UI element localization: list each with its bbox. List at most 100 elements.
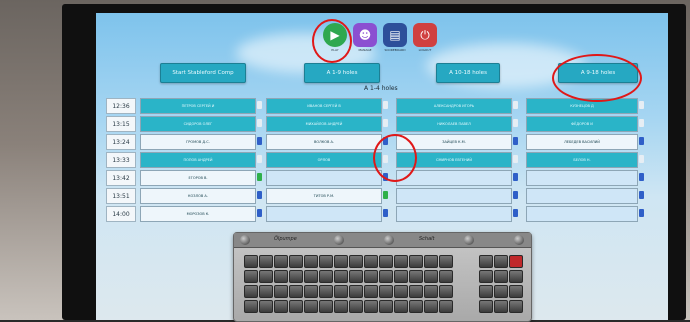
tee-header-a1-9[interactable]: A 1-9 holes bbox=[304, 63, 380, 83]
keypad-key bbox=[349, 285, 363, 298]
slot-tag[interactable] bbox=[383, 191, 388, 199]
slot-tag[interactable] bbox=[639, 173, 644, 181]
slot-tag[interactable] bbox=[257, 191, 262, 199]
keypad-key bbox=[479, 300, 493, 313]
keypad-key bbox=[394, 300, 408, 313]
keypad-key bbox=[349, 300, 363, 313]
tee-slot-cell[interactable]: ПОПОВ АНДРЕЙ bbox=[140, 152, 256, 168]
keypad-key bbox=[439, 255, 453, 268]
tee-header-a10-18[interactable]: A 10-18 holes bbox=[436, 63, 500, 83]
keypad-key bbox=[244, 270, 258, 283]
document-icon: ▤ bbox=[383, 23, 407, 47]
slot-tag[interactable] bbox=[257, 209, 262, 217]
keypad-key bbox=[244, 285, 258, 298]
slot-tag[interactable] bbox=[639, 155, 644, 163]
tee-slot-cell[interactable]: КОЗЛОВ А. bbox=[140, 188, 256, 204]
tee-slot-cell[interactable]: ИВАНОВ СЕРГЕЙ В bbox=[266, 98, 382, 114]
slot-tag[interactable] bbox=[257, 119, 262, 127]
table-row: 13:15 СИДОРОВ ОЛЕГ МИХАЙЛОВ АНДРЕЙ НИКОЛАЕВ… bbox=[106, 116, 651, 132]
keypad-key bbox=[259, 270, 273, 283]
keypad-key bbox=[304, 300, 318, 313]
logout-button[interactable]: ⏻ LOGOUT bbox=[412, 23, 438, 57]
slot-tag[interactable] bbox=[257, 137, 262, 145]
slot-tag[interactable] bbox=[383, 101, 388, 109]
tee-slot-cell[interactable]: НИКОЛАЕВ ПАВЕЛ bbox=[396, 116, 512, 132]
tee-slot-cell[interactable] bbox=[266, 206, 382, 222]
keypad-key bbox=[289, 285, 303, 298]
keypad-key bbox=[509, 270, 523, 283]
tee-slot-cell[interactable]: ПЕТРОВ СЕРГЕЙ И bbox=[140, 98, 256, 114]
slot-tag[interactable] bbox=[513, 155, 518, 163]
slot-tag[interactable] bbox=[513, 119, 518, 127]
keypad-key bbox=[304, 270, 318, 283]
keypad-key bbox=[334, 285, 348, 298]
tee-slot-cell[interactable]: ГРОМОВ Д.С. bbox=[140, 134, 256, 150]
tee-slot-cell[interactable] bbox=[266, 170, 382, 186]
tee-header-stableford[interactable]: Start Stableford Comp bbox=[160, 63, 246, 83]
slot-tag[interactable] bbox=[639, 101, 644, 109]
slot-tag[interactable] bbox=[639, 191, 644, 199]
slot-tag[interactable] bbox=[257, 155, 262, 163]
slot-tag[interactable] bbox=[639, 119, 644, 127]
slot-tag[interactable] bbox=[639, 137, 644, 145]
table-row: 14:00 МОРОЗОВ К. bbox=[106, 206, 651, 222]
tee-slot-cell[interactable]: ТИТОВ Р.М. bbox=[266, 188, 382, 204]
highlight-ring-header bbox=[552, 54, 642, 102]
tee-slot-cell[interactable]: ВОЛКОВ А. bbox=[266, 134, 382, 150]
keypad-key bbox=[259, 255, 273, 268]
scoreboard-label: SCOREBOARD bbox=[384, 48, 406, 52]
keypad-key bbox=[379, 270, 393, 283]
slot-tag[interactable] bbox=[383, 209, 388, 217]
slot-tag[interactable] bbox=[513, 191, 518, 199]
table-row: 13:51 КОЗЛОВ А. ТИТОВ Р.М. bbox=[106, 188, 651, 204]
keypad-key bbox=[349, 270, 363, 283]
keypad-key bbox=[349, 255, 363, 268]
keypad-key bbox=[509, 300, 523, 313]
slot-tag[interactable] bbox=[513, 101, 518, 109]
keypad-key bbox=[424, 270, 438, 283]
tee-slot-cell[interactable] bbox=[526, 206, 638, 222]
logout-label: LOGOUT bbox=[418, 48, 432, 52]
keypad-key bbox=[289, 300, 303, 313]
slot-tag[interactable] bbox=[257, 101, 262, 109]
keypad-key bbox=[439, 285, 453, 298]
slot-tag[interactable] bbox=[513, 173, 518, 181]
tee-slot-cell[interactable]: ОРЛОВ bbox=[266, 152, 382, 168]
users-icon: ☻ bbox=[353, 23, 377, 47]
tee-slot-cell[interactable]: АЛЕКСАНДРОВ ИГОРЬ bbox=[396, 98, 512, 114]
tee-slot-cell[interactable]: ЕГОРОВ В. bbox=[140, 170, 256, 186]
slot-tag[interactable] bbox=[513, 209, 518, 217]
scoreboard-button[interactable]: ▤ SCOREBOARD bbox=[382, 23, 408, 57]
slot-tag[interactable] bbox=[513, 137, 518, 145]
panel-label-right: Schalt bbox=[419, 236, 435, 242]
keypad-key bbox=[319, 300, 333, 313]
keypad-key bbox=[394, 255, 408, 268]
slot-tag[interactable] bbox=[639, 209, 644, 217]
keypad-key bbox=[319, 285, 333, 298]
tee-slot-cell[interactable]: МОРОЗОВ К. bbox=[140, 206, 256, 222]
keypad-key bbox=[274, 285, 288, 298]
keypad-key bbox=[479, 255, 493, 268]
tee-slot-cell[interactable] bbox=[396, 206, 512, 222]
keypad-key bbox=[379, 285, 393, 298]
tee-slot-cell[interactable]: БЕЛОВ Н. bbox=[526, 152, 638, 168]
keypad-key bbox=[334, 255, 348, 268]
slot-tag[interactable] bbox=[257, 173, 262, 181]
tee-slot-cell[interactable] bbox=[396, 188, 512, 204]
panel-label-left: Ölpumpe bbox=[274, 236, 297, 242]
keypad-key bbox=[304, 255, 318, 268]
manage-button[interactable]: ☻ MANAGE bbox=[352, 23, 378, 57]
tee-slot-cell[interactable] bbox=[396, 170, 512, 186]
page-subtitle: A 1-4 holes bbox=[364, 85, 398, 92]
tee-slot-cell[interactable]: ЛЕБЕДЕВ ВАСИЛИЙ bbox=[526, 134, 638, 150]
tee-slot-cell[interactable] bbox=[526, 170, 638, 186]
tee-slot-cell[interactable] bbox=[526, 188, 638, 204]
tee-slot-cell[interactable]: СИДОРОВ ОЛЕГ bbox=[140, 116, 256, 132]
slot-tag[interactable] bbox=[383, 119, 388, 127]
keypad-key bbox=[424, 300, 438, 313]
tee-slot-cell[interactable]: ФЁДОРОВ И bbox=[526, 116, 638, 132]
keypad-key bbox=[259, 285, 273, 298]
tee-time: 14:00 bbox=[106, 206, 136, 222]
tee-time: 13:24 bbox=[106, 134, 136, 150]
tee-slot-cell[interactable]: МИХАЙЛОВ АНДРЕЙ bbox=[266, 116, 382, 132]
